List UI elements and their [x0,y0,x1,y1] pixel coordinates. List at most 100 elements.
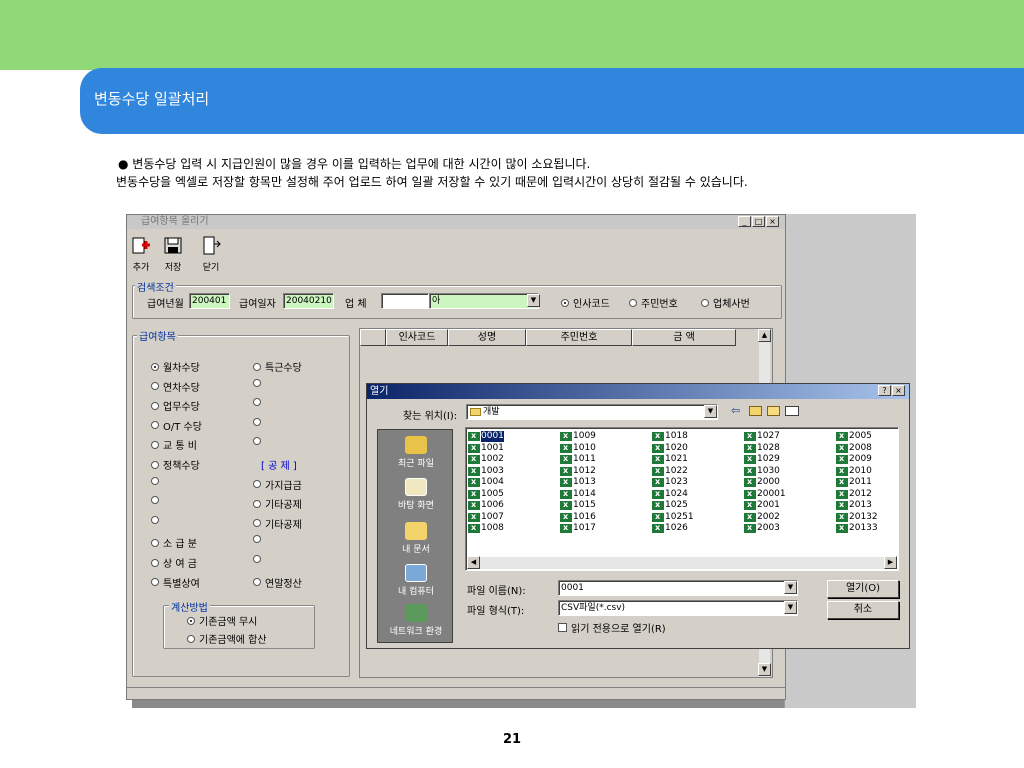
file-name: 0001 [481,431,504,443]
scroll-up-arrow[interactable]: ▲ [758,329,771,342]
radio-dot [629,298,637,307]
pay-item-radio[interactable] [151,496,163,505]
pay-item-radio[interactable] [253,555,265,563]
grid-header-name[interactable]: 성명 [448,329,526,346]
radio-add-existing[interactable]: 기존금액에 합산 [187,631,267,646]
radio-dot [151,496,159,505]
pay-item-radio[interactable]: 소 급 분 [151,535,197,550]
excel-file-icon [468,476,480,488]
pay-item-radio[interactable]: 특별상여 [151,575,200,590]
up-folder-icon[interactable] [749,406,762,416]
add-button[interactable]: 추가 [131,235,151,273]
scroll-left-arrow[interactable]: ◀ [467,556,480,569]
radio-dot [253,499,261,508]
open-button[interactable]: 열기(O) [827,580,899,598]
place-network[interactable]: 네트워크 환경 [378,604,454,637]
file-name: 1029 [757,454,780,465]
dialog-close-button[interactable]: × [892,385,905,396]
excel-file-icon [836,488,848,499]
company-dropdown-arrow[interactable]: ▼ [527,294,540,307]
new-folder-icon[interactable] [767,406,780,416]
file-item[interactable]: 1008 [468,522,504,535]
pay-date-field[interactable]: 20040210 [283,293,334,309]
cancel-button[interactable]: 취소 [827,601,899,619]
pay-item-radio[interactable]: 연말정산 [253,575,302,590]
pay-item-radio[interactable]: 월차수당 [151,359,200,374]
description-line-2: 변동수당을 엑셀로 저장할 항목만 설정해 주어 업로드 하여 일괄 저장할 수… [116,175,748,189]
readonly-checkbox[interactable]: 읽기 전용으로 열기(R) [558,620,666,635]
file-list[interactable]: 000110011002100310041005100610071008 1009… [465,427,899,571]
my-computer-icon [405,564,427,582]
file-item[interactable]: 20133 [836,522,878,535]
radio-resident-number[interactable]: 주민번호 [629,295,678,310]
pay-item-radio[interactable]: 가지급금 [253,477,302,492]
file-name: 1006 [481,500,504,511]
file-column: 20052008200920102011201220132013220133 [836,430,878,535]
pay-item-radio[interactable]: 특근수당 [253,359,302,374]
pay-item-radio[interactable] [151,476,163,485]
filename-dropdown-arrow[interactable]: ▼ [784,581,797,594]
file-list-horizontal-scrollbar[interactable]: ◀ ▶ [467,556,897,569]
close-button[interactable]: × [766,216,779,227]
pay-item-radio[interactable]: O/T 수당 [151,418,202,433]
place-desktop[interactable]: 바탕 화면 [378,478,454,511]
file-item[interactable]: 1017 [560,522,596,535]
pay-item-radio[interactable] [151,515,163,524]
pay-item-radio[interactable]: 기타공제 [253,516,302,531]
place-my-computer[interactable]: 내 컴퓨터 [378,564,454,597]
radio-label: 기타공제 [265,519,302,531]
radio-employee-code[interactable]: 인사코드 [561,295,610,310]
radio-dot [253,362,261,371]
file-name: 1010 [573,442,596,453]
radio-dot [151,362,159,371]
scroll-down-arrow[interactable]: ▼ [758,663,771,676]
file-name: 2001 [757,500,780,511]
pay-item-radio[interactable]: 기타공제 [253,496,302,511]
company-name-field[interactable]: 아 [429,293,539,309]
look-in-field[interactable]: 개발 [466,404,718,420]
pay-item-radio[interactable]: 상 여 금 [151,555,197,570]
place-recent[interactable]: 최근 파일 [378,436,454,469]
pay-item-radio[interactable]: 업무수당 [151,398,200,413]
radio-dot [253,378,261,387]
dialog-titlebar: 열기 ? × [367,384,909,399]
look-in-dropdown-arrow[interactable]: ▼ [704,405,717,418]
pay-month-field[interactable]: 200401 [189,293,230,309]
pay-item-radio[interactable] [253,417,265,426]
file-item[interactable]: 2003 [744,522,786,535]
grid-header-employee-code[interactable]: 인사코드 [386,329,448,346]
place-label: 네트워크 환경 [389,627,443,637]
pay-item-radio[interactable]: 정책수당 [151,457,200,472]
pay-item-radio[interactable] [253,437,265,446]
pay-item-radio[interactable] [253,398,265,407]
pay-item-radio[interactable] [253,535,265,544]
radio-label: 월차수당 [163,363,200,374]
place-my-documents[interactable]: 내 문서 [378,522,454,555]
help-button[interactable]: ? [878,385,891,396]
filetype-dropdown-arrow[interactable]: ▼ [784,601,797,614]
filename-field[interactable]: 0001 [558,580,798,596]
file-item[interactable]: 1026 [652,522,694,535]
exit-button[interactable]: 닫기 [201,235,221,273]
radio-label: 교 통 비 [163,441,197,453]
company-code-field[interactable] [381,293,429,309]
grid-header-amount[interactable]: 금 액 [632,329,736,346]
calc-method-label: 계산방법 [169,599,210,614]
radio-ignore-existing[interactable]: 기존금액 무시 [187,613,257,628]
filetype-label: 파일 형식(T): [467,606,525,617]
radio-dot [253,519,261,528]
description-line-1: ● 변동수당 입력 시 지급인원이 많을 경우 이를 입력하는 업무에 대한 시… [118,157,591,171]
scroll-right-arrow[interactable]: ▶ [884,556,897,569]
save-button[interactable]: 저장 [163,235,183,273]
pay-item-radio[interactable]: 교 통 비 [151,437,197,452]
radio-company-employee-number[interactable]: 업체사번 [701,295,750,310]
back-arrow-icon[interactable]: ⇦ [731,404,740,417]
minimize-button[interactable]: _ [738,216,751,227]
radio-dot [253,437,261,446]
view-menu-icon[interactable] [785,406,799,416]
filetype-select[interactable]: CSV파일(*.csv) [558,600,798,616]
maximize-button[interactable]: □ [752,216,765,227]
grid-header-resident-number[interactable]: 주민번호 [526,329,632,346]
pay-item-radio[interactable] [253,378,265,387]
pay-item-radio[interactable]: 연차수당 [151,379,200,394]
